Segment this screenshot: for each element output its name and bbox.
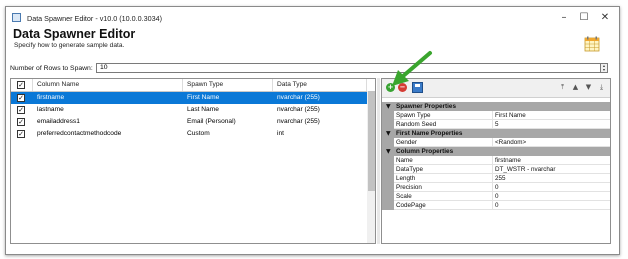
property-row[interactable]: Gender <Random> xyxy=(382,138,610,147)
annotation-arrow-icon xyxy=(392,51,432,86)
property-name: Random Seed xyxy=(396,121,437,128)
table-row[interactable]: ✓ lastname Last Name nvarchar (255) xyxy=(11,104,375,116)
property-value[interactable]: 5 xyxy=(492,120,610,129)
row-include-checkbox[interactable]: ✓ xyxy=(17,106,25,114)
header-select-all[interactable]: ✓ xyxy=(11,79,33,91)
header-title: Data Spawner Editor xyxy=(13,27,136,41)
table-row[interactable]: ✓ firstname First Name nvarchar (255) xyxy=(11,92,375,104)
maximize-button[interactable]: ☐ xyxy=(573,11,595,25)
row-column-name: lastname xyxy=(37,106,64,113)
property-name: CodePage xyxy=(396,202,426,209)
row-spawn-type: First Name xyxy=(187,94,220,101)
property-section-header[interactable]: ▼ Spawner Properties xyxy=(382,102,610,111)
row-column-name: firstname xyxy=(37,94,65,101)
property-row-gutter xyxy=(382,156,394,165)
move-up-icon[interactable]: ▲ xyxy=(571,83,580,92)
property-section-title: Column Properties xyxy=(396,148,454,155)
property-row-gutter xyxy=(382,120,394,129)
property-row[interactable]: Random Seed 5 xyxy=(382,120,610,129)
title-bar[interactable]: Data Spawner Editor - v10.0 (10.0.0.3034… xyxy=(6,7,619,28)
property-name: Length xyxy=(396,175,416,182)
property-name: Scale xyxy=(396,193,412,200)
property-row[interactable]: Name firstname xyxy=(382,156,610,165)
property-name: Gender xyxy=(396,139,418,146)
property-row-gutter xyxy=(382,201,394,210)
property-section-title: Spawner Properties xyxy=(396,103,457,110)
grid-vertical-scrollbar[interactable] xyxy=(367,91,375,243)
property-row-gutter xyxy=(382,111,394,120)
row-spawn-type: Last Name xyxy=(187,106,219,113)
property-section-title: First Name Properties xyxy=(396,130,463,137)
property-row-gutter xyxy=(382,192,394,201)
row-data-type: nvarchar (255) xyxy=(277,106,320,113)
minimize-button[interactable]: – xyxy=(553,11,575,25)
row-column-name: preferredcontactmethodcode xyxy=(37,130,122,137)
property-section-header[interactable]: ▼ First Name Properties xyxy=(382,129,610,138)
grid-body: ✓ firstname First Name nvarchar (255) ✓ lastn… xyxy=(11,92,375,242)
property-row[interactable]: Spawn Type First Name xyxy=(382,111,610,120)
property-row-gutter xyxy=(382,183,394,192)
move-top-icon[interactable]: ⤒ xyxy=(558,83,567,92)
window-title: Data Spawner Editor - v10.0 (10.0.0.3034… xyxy=(27,14,163,23)
move-down-icon[interactable]: ▼ xyxy=(584,83,593,92)
property-row-gutter xyxy=(382,174,394,183)
collapse-chevron-icon[interactable]: ▼ xyxy=(386,102,391,111)
property-name: DataType xyxy=(396,166,423,173)
property-section-header[interactable]: ▼ Column Properties xyxy=(382,147,610,156)
rows-to-spawn-label: Number of Rows to Spawn: xyxy=(10,65,93,72)
row-spawn-type: Custom xyxy=(187,130,210,137)
row-include-checkbox[interactable]: ✓ xyxy=(17,118,25,126)
row-column-name: emailaddress1 xyxy=(37,118,80,125)
property-row[interactable]: CodePage 0 xyxy=(382,201,610,210)
property-row[interactable]: Length 255 xyxy=(382,174,610,183)
rows-to-spawn-input[interactable]: 10 xyxy=(96,63,602,73)
property-row-gutter xyxy=(382,165,394,174)
table-row[interactable]: ✓ emailaddress1 Email (Personal) nvarchar (… xyxy=(11,116,375,128)
property-name: Spawn Type xyxy=(396,112,431,119)
table-grid-icon xyxy=(584,36,600,52)
table-row[interactable]: ✓ preferredcontactmethodcode Custom int xyxy=(11,128,375,140)
property-row[interactable]: Precision 0 xyxy=(382,183,610,192)
property-value[interactable]: 0 xyxy=(492,183,610,192)
property-row[interactable]: DataType DT_WSTR - nvarchar xyxy=(382,165,610,174)
property-value[interactable]: firstname xyxy=(492,156,610,165)
header-spawn-type[interactable]: Spawn Type xyxy=(183,79,273,91)
grid-header: ✓ Column Name Spawn Type Data Type xyxy=(11,79,375,92)
property-value[interactable]: 255 xyxy=(492,174,610,183)
row-include-checkbox[interactable]: ✓ xyxy=(17,94,25,102)
scrollbar-thumb[interactable] xyxy=(368,91,375,191)
collapse-chevron-icon[interactable]: ▼ xyxy=(386,129,391,138)
rows-to-spawn-spinner[interactable]: ▲ ▼ xyxy=(600,63,608,73)
property-value[interactable]: <Random> xyxy=(492,138,610,147)
header-data-type[interactable]: Data Type xyxy=(273,79,367,91)
close-button[interactable]: ✕ xyxy=(594,11,616,25)
row-include-checkbox[interactable]: ✓ xyxy=(17,130,25,138)
property-value[interactable]: 0 xyxy=(492,201,610,210)
property-value[interactable]: 0 xyxy=(492,192,610,201)
move-bottom-icon[interactable]: ⤓ xyxy=(597,83,606,92)
app-icon xyxy=(12,13,21,22)
property-row-gutter xyxy=(382,138,394,147)
collapse-chevron-icon[interactable]: ▼ xyxy=(386,147,391,156)
header-column-name[interactable]: Column Name xyxy=(33,79,183,91)
property-grid: ▼ Spawner Properties Spawn Type First Name R… xyxy=(382,102,610,242)
property-row[interactable]: Scale 0 xyxy=(382,192,610,201)
row-spawn-type: Email (Personal) xyxy=(187,118,236,125)
row-data-type: nvarchar (255) xyxy=(277,118,320,125)
property-value[interactable]: DT_WSTR - nvarchar xyxy=(492,165,610,174)
columns-grid: ✓ Column Name Spawn Type Data Type ✓ firs… xyxy=(10,78,376,244)
row-data-type: nvarchar (255) xyxy=(277,94,320,101)
property-value[interactable]: First Name xyxy=(492,111,610,120)
property-pane: + − ⤒ ▲ ▼ ⤓ ▼ Spawner Properties Spawn Typ… xyxy=(381,78,611,244)
select-all-checkbox[interactable]: ✓ xyxy=(17,81,25,89)
property-name: Name xyxy=(396,157,413,164)
header-subtitle: Specify how to generate sample data. xyxy=(14,42,125,49)
pane-splitter[interactable] xyxy=(377,78,380,244)
row-data-type: int xyxy=(277,130,284,137)
property-name: Precision xyxy=(396,184,422,191)
